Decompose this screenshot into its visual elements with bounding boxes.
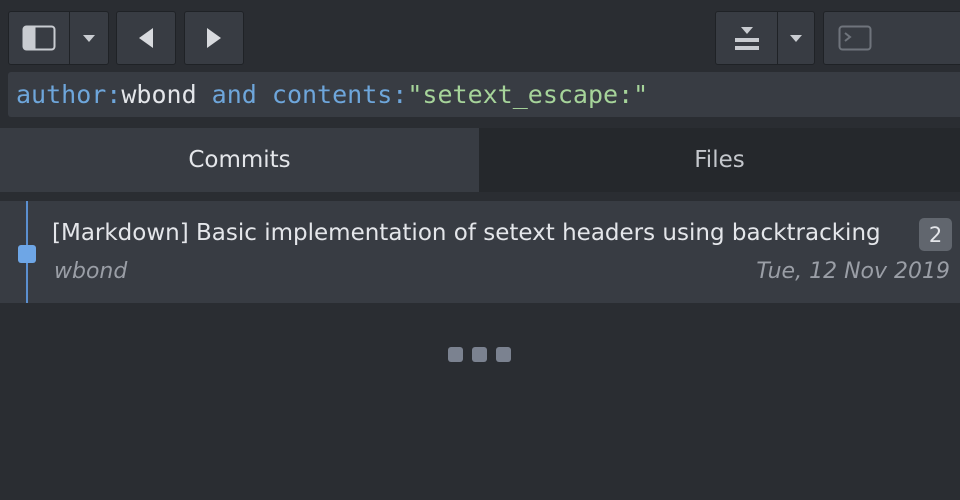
loading-indicator — [448, 347, 511, 362]
caret-down-icon — [83, 35, 95, 42]
terminal-button[interactable] — [823, 11, 960, 65]
search-input[interactable]: author: wbond and contents: "setext_escape… — [8, 72, 960, 117]
merge-dropdown-button[interactable] — [777, 11, 815, 65]
loading-dot — [472, 347, 487, 362]
merge-icon — [734, 27, 759, 50]
loading-dot — [448, 347, 463, 362]
back-button[interactable] — [116, 11, 176, 65]
caret-down-icon — [790, 35, 802, 42]
query-key-contents: contents: — [271, 80, 408, 109]
file-count-badge: 2 — [919, 218, 952, 251]
terminal-icon — [838, 25, 872, 51]
sidebar-icon — [22, 25, 56, 51]
commit-date: Tue, 12 Nov 2019 — [756, 259, 950, 284]
merge-button[interactable] — [715, 11, 778, 65]
tab-bar: Commits Files — [0, 128, 960, 192]
commit-summary: [Markdown] Basic implementation of setex… — [52, 220, 881, 246]
tab-files[interactable]: Files — [479, 128, 960, 192]
commit-row[interactable]: [Markdown] Basic implementation of setex… — [0, 201, 960, 303]
sidebar-toggle-button[interactable] — [8, 11, 70, 65]
sidebar-dropdown-button[interactable] — [69, 11, 109, 65]
tab-commits[interactable]: Commits — [0, 128, 479, 192]
toolbar — [0, 0, 960, 70]
query-value-contents: "setext_escape:" — [407, 80, 649, 109]
arrow-left-icon — [139, 28, 153, 48]
forward-button[interactable] — [184, 11, 244, 65]
arrow-right-icon — [207, 28, 221, 48]
query-operator: and — [196, 80, 272, 109]
commit-graph-node — [18, 245, 36, 263]
loading-dot — [496, 347, 511, 362]
query-value-author: wbond — [121, 80, 197, 109]
commit-author: wbond — [54, 259, 128, 284]
query-key-author: author: — [16, 80, 122, 109]
